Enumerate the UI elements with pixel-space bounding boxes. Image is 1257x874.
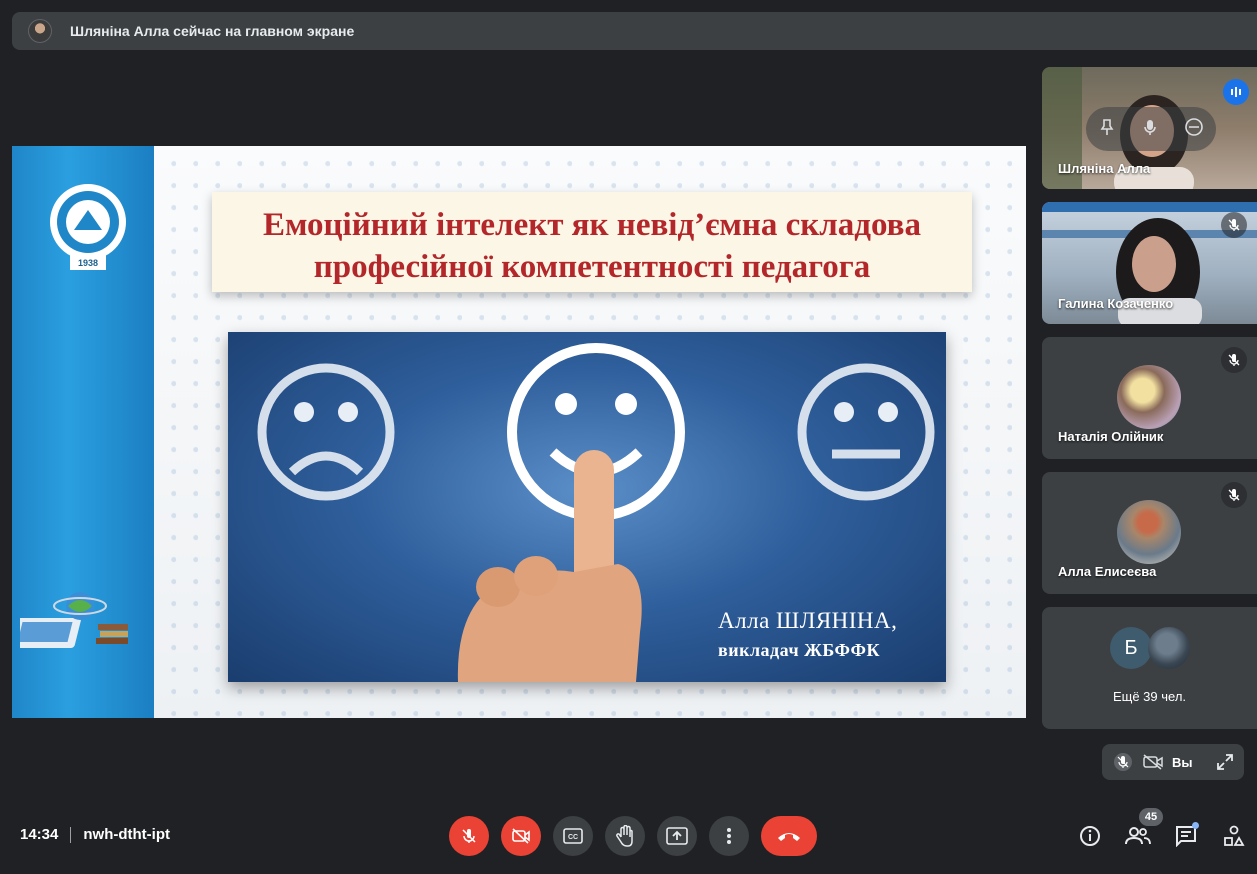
meeting-code: nwh-dtht-ipt bbox=[83, 826, 170, 843]
participant-name: Шляніна Алла bbox=[1058, 161, 1151, 176]
present-icon bbox=[666, 827, 688, 845]
more-participants-tile[interactable]: Б Ещё 39 чел. bbox=[1042, 607, 1257, 729]
neutral-face-icon bbox=[797, 363, 935, 501]
presentation-banner-text: Шляніна Алла сейчас на главном экране bbox=[70, 23, 355, 39]
mic-off-icon bbox=[1108, 747, 1138, 777]
activities-icon bbox=[1224, 825, 1245, 846]
hand-icon bbox=[616, 825, 633, 847]
camera-toggle-button[interactable] bbox=[501, 816, 541, 856]
camera-off-icon bbox=[1138, 747, 1168, 777]
mic-off-icon bbox=[1221, 347, 1247, 373]
self-view[interactable]: Вы bbox=[1102, 744, 1244, 780]
slide-title-line-1: Емоційний інтелект як невід’ємна складов… bbox=[262, 207, 922, 243]
avatar bbox=[1117, 365, 1181, 429]
mic-off-icon bbox=[1221, 482, 1247, 508]
people-count-badge: 45 bbox=[1139, 808, 1163, 826]
pin-icon[interactable] bbox=[1098, 118, 1116, 141]
participant-name: Наталія Олійник bbox=[1058, 429, 1164, 444]
camera-off-icon bbox=[512, 828, 530, 844]
tile-hover-controls bbox=[1086, 107, 1216, 151]
college-logo: 1938 bbox=[50, 184, 126, 270]
avatar: Б bbox=[1110, 627, 1152, 669]
participant-tile-presenter[interactable]: Шляніна Алла bbox=[1042, 67, 1257, 189]
remove-icon[interactable] bbox=[1184, 117, 1204, 142]
chat-unread-dot bbox=[1192, 822, 1199, 829]
slide-title: Емоційний інтелект як невід’ємна складов… bbox=[212, 192, 972, 292]
avatar bbox=[1117, 500, 1181, 564]
captions-button[interactable]: CC bbox=[553, 816, 593, 856]
meeting-info: 14:34 nwh-dtht-ipt bbox=[20, 826, 170, 843]
participant-tile[interactable]: Галина Козаченко bbox=[1042, 202, 1257, 324]
participant-tile[interactable]: Наталія Олійник bbox=[1042, 337, 1257, 459]
info-icon bbox=[1080, 826, 1100, 846]
more-options-button[interactable] bbox=[709, 816, 749, 856]
activities-button[interactable] bbox=[1218, 820, 1250, 852]
mic-icon[interactable] bbox=[1141, 118, 1159, 141]
leave-call-button[interactable] bbox=[761, 816, 817, 856]
presentation-banner: Шляніна Алла сейчас на главном экране bbox=[12, 12, 1257, 50]
more-avatars: Б bbox=[1110, 627, 1200, 671]
hangup-icon bbox=[778, 833, 800, 841]
people-icon bbox=[1125, 827, 1151, 845]
logo-year: 1938 bbox=[78, 258, 98, 268]
slide-author-role: викладач ЖБФФК bbox=[718, 640, 880, 660]
mic-off-icon bbox=[1221, 212, 1247, 238]
self-view-label: Вы bbox=[1172, 754, 1193, 770]
more-participants-count: Ещё 39 чел. bbox=[1112, 689, 1187, 704]
present-screen-button[interactable] bbox=[657, 816, 697, 856]
mic-off-icon bbox=[462, 829, 476, 843]
meeting-time: 14:34 bbox=[20, 826, 59, 843]
presenter-avatar bbox=[28, 19, 52, 43]
divider bbox=[70, 826, 72, 843]
sad-face-icon bbox=[257, 363, 395, 501]
speaking-indicator-icon bbox=[1223, 79, 1249, 105]
pointing-hand-icon bbox=[457, 450, 642, 682]
svg-text:CC: CC bbox=[568, 834, 578, 841]
slide-author: Алла ШЛЯНІНА, bbox=[718, 608, 898, 633]
more-vert-icon bbox=[727, 828, 731, 844]
mic-toggle-button[interactable] bbox=[449, 816, 489, 856]
books-globe-image bbox=[20, 592, 128, 648]
avatar bbox=[1148, 627, 1190, 669]
participant-tile[interactable]: Алла Елисеєва bbox=[1042, 472, 1257, 594]
participant-name: Галина Козаченко bbox=[1058, 296, 1174, 311]
slide-title-line-2: професійної компетентності педагога bbox=[313, 249, 871, 285]
emoji-faces-photo: Алла ШЛЯНІНА, викладач ЖБФФК bbox=[228, 332, 946, 682]
meeting-details-button[interactable] bbox=[1074, 820, 1106, 852]
raise-hand-button[interactable] bbox=[605, 816, 645, 856]
expand-icon[interactable] bbox=[1210, 747, 1240, 777]
captions-icon: CC bbox=[563, 828, 583, 844]
participant-name: Алла Елисеєва bbox=[1058, 564, 1157, 579]
shared-screen: 1938 Емоційний інтелект як невід’ємна ск… bbox=[12, 146, 1026, 718]
